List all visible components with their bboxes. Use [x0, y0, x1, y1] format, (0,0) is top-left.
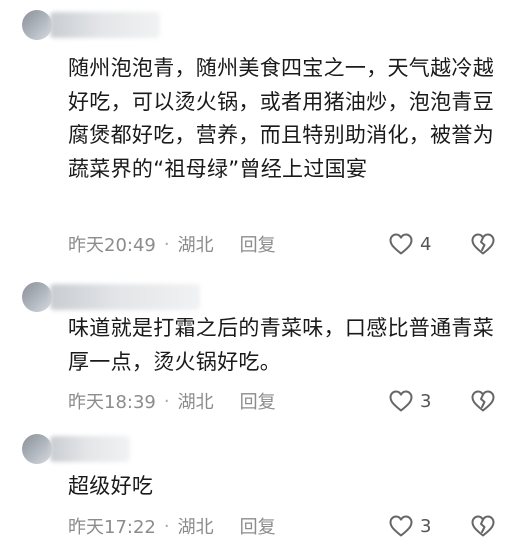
like-button[interactable]: 4	[388, 232, 431, 256]
comment-item: 随州泡泡青，随州美食四宝之一，天气越冷越好吃，可以烫火锅，或者用猪油炒，泡泡青豆…	[0, 0, 513, 268]
meta-separator: ·	[163, 390, 170, 412]
comment-meta: 昨天18:39 · 湖北 回复	[68, 388, 276, 414]
comment-item: 味道就是打霜之后的青菜味，口感比普通青菜厚一点，烫火锅好吃。 昨天18:39 ·…	[0, 272, 513, 420]
heart-outline-icon	[389, 390, 413, 412]
reply-button[interactable]: 回复	[240, 513, 276, 539]
reply-button[interactable]: 回复	[240, 388, 276, 414]
comment-header	[0, 272, 513, 312]
like-count: 3	[420, 515, 432, 537]
like-count: 4	[420, 233, 432, 255]
broken-heart-icon	[471, 390, 495, 412]
comment-location: 湖北	[177, 392, 214, 413]
username-blurred[interactable]	[50, 12, 160, 38]
like-count: 3	[420, 390, 432, 412]
comment-header	[0, 0, 513, 40]
comment-meta: 昨天20:49 · 湖北 回复	[68, 231, 276, 257]
meta-separator: ·	[163, 233, 170, 255]
heart-outline-icon	[389, 515, 413, 537]
comment-list: 随州泡泡青，随州美食四宝之一，天气越冷越好吃，可以烫火锅，或者用猪油炒，泡泡青豆…	[0, 0, 513, 556]
reply-button[interactable]: 回复	[240, 231, 276, 257]
comment-time: 昨天17:22	[68, 517, 156, 538]
dislike-button[interactable]	[470, 389, 496, 413]
comment-location: 湖北	[177, 517, 214, 538]
meta-separator: ·	[163, 515, 170, 537]
broken-heart-icon	[471, 233, 495, 255]
dislike-button[interactable]	[470, 514, 496, 538]
comment-item: 超级好吃 昨天17:22 · 湖北 回复 3	[0, 424, 513, 556]
like-button[interactable]: 3	[388, 389, 431, 413]
avatar[interactable]	[22, 10, 52, 40]
broken-heart-icon	[471, 515, 495, 537]
avatar[interactable]	[22, 434, 52, 464]
comment-time: 昨天20:49	[68, 235, 156, 256]
username-blurred[interactable]	[50, 436, 130, 462]
dislike-button[interactable]	[470, 232, 496, 256]
heart-outline-icon	[389, 233, 413, 255]
like-button[interactable]: 3	[388, 514, 431, 538]
comment-text: 超级好吃	[68, 474, 154, 498]
comment-location: 湖北	[177, 235, 214, 256]
comment-header	[0, 424, 513, 464]
comment-meta: 昨天17:22 · 湖北 回复	[68, 513, 276, 539]
avatar[interactable]	[22, 282, 52, 312]
comment-text: 随州泡泡青，随州美食四宝之一，天气越冷越好吃，可以烫火锅，或者用猪油炒，泡泡青豆…	[68, 56, 494, 181]
comment-time: 昨天18:39	[68, 392, 156, 413]
username-blurred[interactable]	[50, 284, 200, 310]
comment-text: 味道就是打霜之后的青菜味，口感比普通青菜厚一点，烫火锅好吃。	[68, 316, 494, 374]
